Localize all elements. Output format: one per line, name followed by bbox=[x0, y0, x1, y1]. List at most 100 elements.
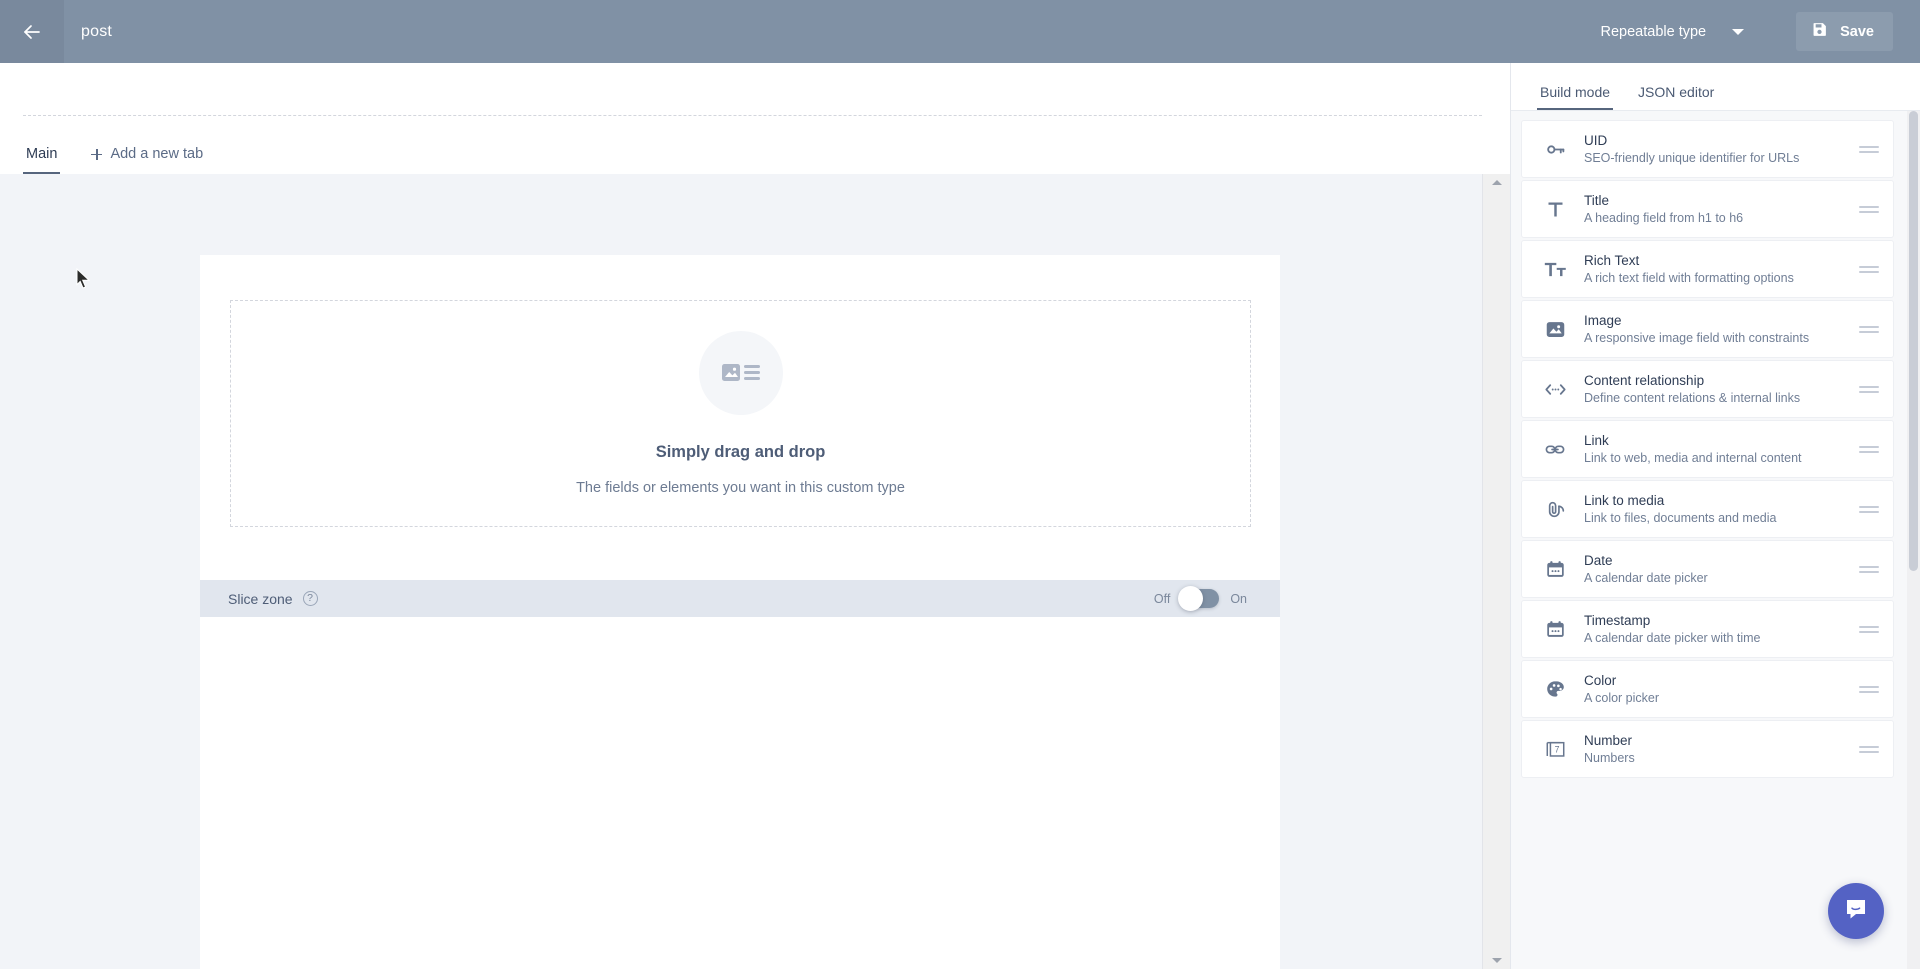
field-type-title: Rich Text bbox=[1584, 253, 1640, 268]
field-type-card[interactable]: Color A color picker bbox=[1521, 660, 1894, 718]
field-type-text: Number Numbers bbox=[1584, 733, 1859, 765]
repeatable-type-dropdown[interactable]: Repeatable type bbox=[1597, 16, 1749, 48]
panel-tab-list: Build mode JSON editor bbox=[1511, 63, 1920, 111]
image-icon bbox=[1540, 319, 1570, 340]
field-type-card[interactable]: UID SEO-friendly unique identifier for UR… bbox=[1521, 120, 1894, 178]
field-type-text: Title A heading field from h1 to h6 bbox=[1584, 193, 1859, 225]
top-bar-actions: Repeatable type Save bbox=[1597, 12, 1920, 51]
field-type-title: Number bbox=[1584, 733, 1633, 748]
field-type-description: A heading field from h1 to h6 bbox=[1584, 211, 1744, 225]
key-icon bbox=[1540, 139, 1570, 160]
image-and-list-icon bbox=[698, 331, 783, 415]
add-new-tab-label: Add a new tab bbox=[110, 146, 204, 162]
save-button[interactable]: Save bbox=[1796, 12, 1893, 51]
back-button[interactable] bbox=[0, 0, 64, 63]
drag-handle-icon[interactable] bbox=[1859, 203, 1879, 216]
field-type-text: Timestamp A calendar date picker with tim… bbox=[1584, 613, 1859, 645]
main-scrollbar[interactable] bbox=[1482, 174, 1510, 969]
custom-type-sheet: Simply drag and drop The fields or eleme… bbox=[200, 255, 1280, 969]
toggle-knob bbox=[1178, 586, 1204, 611]
field-type-card[interactable]: Title A heading field from h1 to h6 bbox=[1521, 180, 1894, 238]
paperclip-icon bbox=[1540, 499, 1570, 520]
field-type-text: Rich Text A rich text field with formatti… bbox=[1584, 253, 1859, 285]
field-type-card[interactable]: Date A calendar date picker bbox=[1521, 540, 1894, 598]
field-type-title: Image bbox=[1584, 313, 1622, 328]
add-new-tab-button[interactable]: Add a new tab bbox=[88, 146, 206, 174]
field-type-title: UID bbox=[1584, 133, 1608, 148]
field-type-description: A calendar date picker with time bbox=[1584, 631, 1761, 645]
field-type-description: A color picker bbox=[1584, 691, 1660, 705]
drag-handle-icon[interactable] bbox=[1859, 143, 1879, 156]
field-type-description: Define content relations & internal link… bbox=[1584, 391, 1801, 405]
field-type-text: UID SEO-friendly unique identifier for UR… bbox=[1584, 133, 1859, 165]
tab-build-mode[interactable]: Build mode bbox=[1537, 84, 1614, 110]
tab-json-editor[interactable]: JSON editor bbox=[1635, 84, 1717, 110]
title-t-icon bbox=[1540, 199, 1570, 220]
field-type-description: Link to files, documents and media bbox=[1584, 511, 1777, 525]
slice-zone-label: Slice zone bbox=[228, 590, 293, 607]
drag-handle-icon[interactable] bbox=[1859, 503, 1879, 516]
field-type-title: Link bbox=[1584, 433, 1609, 448]
field-type-description: Numbers bbox=[1584, 751, 1635, 765]
floppy-disk-icon bbox=[1811, 21, 1828, 42]
tab-json-editor-label: JSON editor bbox=[1638, 84, 1715, 100]
panel-scrollbar-thumb[interactable] bbox=[1909, 111, 1918, 571]
drag-handle-icon[interactable] bbox=[1859, 323, 1879, 336]
field-type-card[interactable]: 7 Number Numbers bbox=[1521, 720, 1894, 778]
drag-handle-icon[interactable] bbox=[1859, 623, 1879, 636]
drag-handle-icon[interactable] bbox=[1859, 683, 1879, 696]
field-type-description: A responsive image field with constraint… bbox=[1584, 331, 1810, 345]
field-type-card[interactable]: Content relationship Define content relat… bbox=[1521, 360, 1894, 418]
drag-handle-icon[interactable] bbox=[1859, 443, 1879, 456]
drag-handle-icon[interactable] bbox=[1859, 383, 1879, 396]
field-type-title: Title bbox=[1584, 193, 1610, 208]
drag-handle-icon[interactable] bbox=[1859, 743, 1879, 756]
scroll-down-arrow-icon[interactable] bbox=[1492, 958, 1502, 963]
calendar-clock-icon bbox=[1540, 619, 1570, 640]
svg-text:7: 7 bbox=[1554, 744, 1559, 754]
field-type-text: Link Link to web, media and internal cont… bbox=[1584, 433, 1859, 465]
scroll-up-arrow-icon[interactable] bbox=[1492, 180, 1502, 185]
field-type-card[interactable]: Link to media Link to files, documents an… bbox=[1521, 480, 1894, 538]
field-type-text: Link to media Link to files, documents an… bbox=[1584, 493, 1859, 525]
rich-text-tt-icon bbox=[1540, 259, 1570, 280]
question-mark-circle-icon[interactable]: ? bbox=[302, 591, 318, 606]
field-type-title: Color bbox=[1584, 673, 1617, 688]
field-type-card[interactable]: Image A responsive image field with const… bbox=[1521, 300, 1894, 358]
chevron-down-icon bbox=[1732, 28, 1745, 35]
calendar-icon bbox=[1540, 559, 1570, 580]
chain-link-icon bbox=[1540, 439, 1570, 460]
drag-handle-icon[interactable] bbox=[1859, 263, 1879, 276]
mouse-cursor bbox=[76, 267, 92, 295]
tab-main-label: Main bbox=[26, 146, 58, 162]
field-type-text: Date A calendar date picker bbox=[1584, 553, 1859, 585]
slice-zone-toggle[interactable] bbox=[1178, 586, 1220, 611]
field-drop-zone[interactable]: Simply drag and drop The fields or eleme… bbox=[230, 300, 1251, 527]
angle-brackets-icon bbox=[1540, 379, 1570, 400]
repeatable-type-label: Repeatable type bbox=[1600, 23, 1707, 40]
save-button-label: Save bbox=[1840, 23, 1874, 40]
field-type-card[interactable]: Rich Text A rich text field with formatti… bbox=[1521, 240, 1894, 298]
field-type-description: SEO-friendly unique identifier for URLs bbox=[1584, 151, 1800, 165]
field-type-title: Content relationship bbox=[1584, 373, 1705, 388]
plus-icon bbox=[91, 148, 103, 160]
tab-main[interactable]: Main bbox=[23, 146, 61, 174]
top-bar: post Repeatable type Save bbox=[0, 0, 1920, 63]
drag-handle-icon[interactable] bbox=[1859, 563, 1879, 576]
field-type-title: Date bbox=[1584, 553, 1613, 568]
field-type-text: Content relationship Define content relat… bbox=[1584, 373, 1859, 405]
field-type-card[interactable]: Timestamp A calendar date picker with tim… bbox=[1521, 600, 1894, 658]
field-type-title: Link to media bbox=[1584, 493, 1665, 508]
field-type-description: A calendar date picker bbox=[1584, 571, 1708, 585]
field-type-text: Image A responsive image field with const… bbox=[1584, 313, 1859, 345]
drop-zone-subtitle: The fields or elements you want in this … bbox=[576, 480, 905, 496]
fields-panel: Build mode JSON editor UID SEO-friendly u… bbox=[1510, 63, 1920, 969]
panel-scrollbar[interactable] bbox=[1907, 111, 1920, 969]
slice-zone-bar: Slice zone ? Off On bbox=[200, 580, 1280, 617]
field-type-card[interactable]: Link Link to web, media and internal cont… bbox=[1521, 420, 1894, 478]
chat-support-button[interactable] bbox=[1828, 883, 1884, 939]
field-type-list: UID SEO-friendly unique identifier for UR… bbox=[1511, 111, 1907, 969]
drop-zone-title: Simply drag and drop bbox=[655, 443, 826, 461]
field-type-description: A rich text field with formatting option… bbox=[1584, 271, 1794, 285]
canvas: Simply drag and drop The fields or eleme… bbox=[0, 174, 1482, 969]
